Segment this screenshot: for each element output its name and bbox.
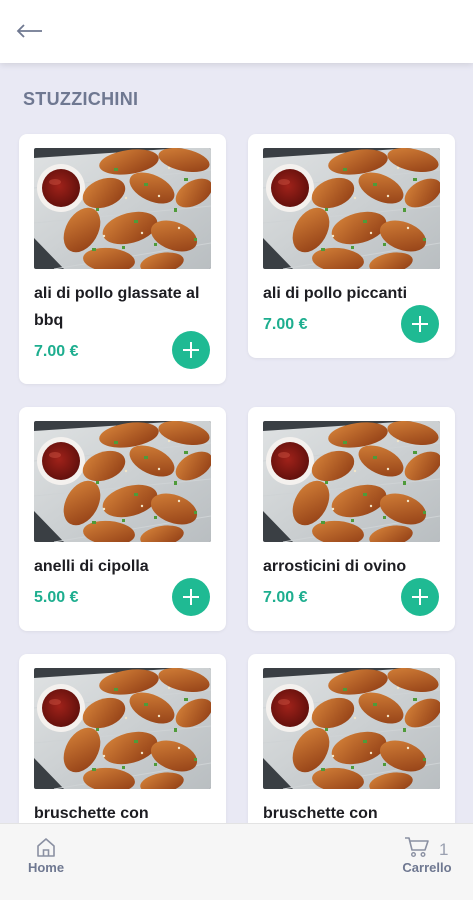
plus-icon bbox=[412, 589, 428, 605]
nav-home-label: Home bbox=[27, 860, 65, 875]
product-card[interactable]: ali di pollo piccanti 7.00 € bbox=[248, 134, 455, 358]
cart-count-badge: 1 bbox=[439, 840, 449, 859]
top-bar bbox=[0, 0, 473, 63]
product-image bbox=[34, 148, 211, 269]
section-title: STUZZICHINI bbox=[23, 89, 139, 109]
product-image bbox=[34, 421, 211, 542]
arrow-left-icon bbox=[16, 24, 42, 38]
product-name: anelli di cipolla bbox=[34, 558, 149, 575]
nav-cart-label: Carrello bbox=[402, 860, 452, 875]
plus-icon bbox=[412, 316, 428, 332]
back-button[interactable] bbox=[12, 16, 48, 46]
product-card[interactable]: bruschette con bbox=[248, 654, 455, 823]
plus-icon bbox=[183, 589, 199, 605]
product-price: 7.00 € bbox=[263, 316, 308, 333]
product-price: 7.00 € bbox=[34, 343, 79, 360]
cart-icon bbox=[405, 837, 429, 858]
product-image bbox=[263, 421, 440, 542]
add-to-cart-button[interactable] bbox=[172, 331, 210, 369]
product-image bbox=[263, 148, 440, 269]
add-to-cart-button[interactable] bbox=[172, 578, 210, 616]
product-name: ali di pollo piccanti bbox=[263, 285, 408, 302]
nav-home-button[interactable]: Home bbox=[22, 836, 70, 886]
product-price: 5.00 € bbox=[34, 589, 79, 606]
product-card[interactable]: bruschette con bbox=[19, 654, 226, 823]
product-name: ali di pollo glassate al bbq bbox=[34, 285, 200, 329]
product-name: bruschette con bbox=[34, 805, 149, 822]
bottom-nav: Home 1 Carrello bbox=[0, 823, 473, 900]
product-name: arrosticini di ovino bbox=[263, 558, 407, 575]
nav-cart-button[interactable]: 1 Carrello bbox=[396, 836, 458, 886]
product-image bbox=[34, 668, 211, 789]
product-card[interactable]: arrosticini di ovino 7.00 € bbox=[248, 407, 455, 631]
product-card[interactable]: ali di pollo glassate al bbq 7.00 € bbox=[19, 134, 226, 384]
product-card[interactable]: anelli di cipolla 5.00 € bbox=[19, 407, 226, 631]
product-image bbox=[263, 668, 440, 789]
plus-icon bbox=[183, 342, 199, 358]
product-name: bruschette con bbox=[263, 805, 378, 822]
menu-content[interactable]: STUZZICHINI ali di pollo glassate al bbq… bbox=[0, 63, 473, 823]
product-price: 7.00 € bbox=[263, 589, 308, 606]
add-to-cart-button[interactable] bbox=[401, 578, 439, 616]
add-to-cart-button[interactable] bbox=[401, 305, 439, 343]
home-icon bbox=[37, 838, 55, 857]
